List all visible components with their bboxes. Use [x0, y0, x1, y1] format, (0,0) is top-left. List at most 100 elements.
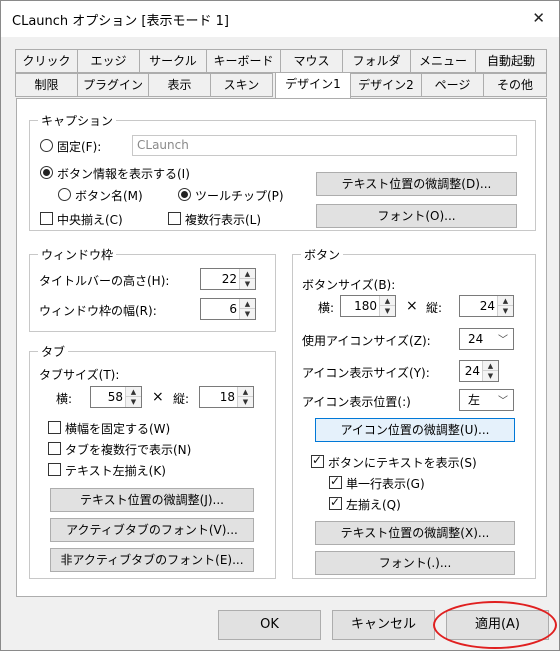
- button-width-spinner[interactable]: 180 ▲ ▼: [340, 295, 396, 317]
- tab-design2[interactable]: デザイン2: [350, 73, 422, 97]
- button-font-button[interactable]: フォント(.)...: [315, 551, 515, 575]
- spin-up-icon[interactable]: ▲: [498, 296, 513, 306]
- active-tab-font-button[interactable]: アクティブタブのフォント(V)...: [50, 518, 254, 542]
- button-height-label: 縦:: [426, 301, 443, 315]
- caption-group-title: キャプション: [38, 112, 117, 129]
- spin-up-icon[interactable]: ▲: [126, 387, 141, 397]
- ok-button[interactable]: OK: [218, 610, 321, 640]
- tab-click[interactable]: クリック: [15, 49, 78, 73]
- caption-font-button[interactable]: フォント(O)...: [316, 204, 517, 228]
- button-name-radio[interactable]: [58, 188, 71, 201]
- tab-keyboard[interactable]: キーボード: [206, 49, 281, 73]
- fixed-width-checkbox[interactable]: [48, 421, 61, 434]
- close-icon[interactable]: ✕: [532, 9, 545, 27]
- tab-height-spinner[interactable]: 18 ▲ ▼: [199, 386, 254, 408]
- fixed-label: 固定(F):: [57, 140, 102, 154]
- title-bar: CLaunch オプション [表示モード 1] ✕: [1, 1, 559, 37]
- multirow-label: タブを複数行で表示(N): [65, 443, 192, 457]
- tab-width-spinner[interactable]: 58 ▲ ▼: [90, 386, 142, 408]
- titlebar-height-label: タイトルバーの高さ(H):: [39, 274, 170, 288]
- design1-panel: キャプション 固定(F): CLaunch ボタン情報を表示する(I) ボタン名…: [16, 98, 547, 597]
- tab-mouse[interactable]: マウス: [280, 49, 343, 73]
- tab-circle[interactable]: サークル: [139, 49, 207, 73]
- center-label: 中央揃え(C): [57, 213, 123, 227]
- frame-width-label: ウィンドウ枠の幅(R):: [39, 304, 157, 318]
- multiline-checkbox[interactable]: [168, 212, 181, 225]
- text-left-checkbox[interactable]: [48, 463, 61, 476]
- window-frame-group: ウィンドウ枠 タイトルバーの高さ(H): 22 ▲ ▼ ウィンドウ枠の幅(R): …: [29, 246, 276, 332]
- left-align-checkbox[interactable]: [329, 495, 342, 510]
- spin-up-icon[interactable]: ▲: [238, 387, 253, 397]
- chevron-down-icon: ﹀: [498, 396, 508, 407]
- titlebar-height-value: 22: [221, 272, 237, 286]
- icon-display-size-spinner[interactable]: 24 ▲ ▼: [459, 360, 499, 382]
- caption-text-pos-button[interactable]: テキスト位置の微調整(D)...: [316, 172, 517, 196]
- spin-down-icon[interactable]: ▼: [240, 279, 255, 289]
- spin-up-icon[interactable]: ▲: [240, 299, 255, 309]
- single-line-checkbox[interactable]: [329, 474, 342, 489]
- apply-button[interactable]: 適用(A): [446, 610, 549, 640]
- tab-edge[interactable]: エッジ: [77, 49, 140, 73]
- button-width-value: 180: [354, 299, 377, 313]
- multirow-checkbox[interactable]: [48, 442, 61, 455]
- icon-pos-adjust-button[interactable]: アイコン位置の微調整(U)...: [315, 418, 515, 442]
- tab-width-label: 横:: [56, 392, 73, 406]
- tab-menu[interactable]: メニュー: [410, 49, 476, 73]
- tooltip-label: ツールチップ(P): [195, 189, 284, 203]
- spin-up-icon[interactable]: ▲: [483, 361, 498, 371]
- multiline-label: 複数行表示(L): [185, 213, 262, 227]
- tab-height-label: 縦:: [173, 392, 190, 406]
- spin-down-icon[interactable]: ▼: [380, 306, 395, 316]
- center-checkbox[interactable]: [40, 212, 53, 225]
- tab-limit[interactable]: 制限: [15, 73, 78, 97]
- options-window: CLaunch オプション [表示モード 1] ✕ クリック エッジ サークル …: [0, 0, 560, 651]
- times-sign: ×: [152, 389, 164, 405]
- titlebar-height-spinner[interactable]: 22 ▲ ▼: [200, 268, 256, 290]
- show-button-info-radio[interactable]: [40, 166, 53, 179]
- single-line-label: 単一行表示(G): [346, 477, 425, 491]
- show-text-checkbox[interactable]: [311, 453, 324, 468]
- spin-down-icon[interactable]: ▼: [238, 397, 253, 407]
- spin-down-icon[interactable]: ▼: [240, 309, 255, 319]
- tab-folder[interactable]: フォルダ: [342, 49, 411, 73]
- cancel-button[interactable]: キャンセル: [332, 610, 435, 640]
- spin-up-icon[interactable]: ▲: [240, 269, 255, 279]
- fixed-radio[interactable]: [40, 139, 53, 152]
- tab-design1[interactable]: デザイン1: [275, 72, 351, 98]
- tab-autostart[interactable]: 自動起動: [475, 49, 547, 73]
- tab-other[interactable]: その他: [483, 73, 547, 97]
- button-width-label: 横:: [318, 301, 335, 315]
- fixed-caption-input[interactable]: CLaunch: [132, 135, 517, 156]
- button-height-value: 24: [479, 299, 495, 313]
- button-text-pos-button[interactable]: テキスト位置の微調整(X)...: [315, 521, 515, 545]
- spin-down-icon[interactable]: ▼: [126, 397, 141, 407]
- icon-display-size-label: アイコン表示サイズ(Y):: [302, 366, 430, 380]
- show-text-label: ボタンにテキストを表示(S): [328, 456, 477, 470]
- icon-display-size-value: 24: [464, 364, 480, 378]
- tab-height-value: 18: [219, 390, 235, 404]
- use-icon-size-label: 使用アイコンサイズ(Z):: [302, 334, 431, 348]
- inactive-tab-font-button[interactable]: 非アクティブタブのフォント(E)...: [50, 548, 254, 572]
- icon-position-value: 左: [468, 393, 481, 407]
- tooltip-radio[interactable]: [178, 188, 191, 201]
- tab-size-label: タブサイズ(T):: [39, 368, 120, 382]
- button-settings-group-title: ボタン: [301, 246, 344, 263]
- tab-text-pos-button[interactable]: テキスト位置の微調整(J)...: [50, 488, 254, 512]
- icon-position-select[interactable]: 左 ﹀: [459, 389, 514, 411]
- spin-up-icon[interactable]: ▲: [380, 296, 395, 306]
- left-align-label: 左揃え(Q): [346, 498, 401, 512]
- tab-page[interactable]: ページ: [421, 73, 484, 97]
- tab-display[interactable]: 表示: [148, 73, 211, 97]
- tab-settings-group-title: タブ: [38, 343, 69, 360]
- tab-skin[interactable]: スキン: [210, 73, 273, 97]
- spin-down-icon[interactable]: ▼: [483, 371, 498, 381]
- spin-down-icon[interactable]: ▼: [498, 306, 513, 316]
- tab-plugin[interactable]: プラグイン: [77, 73, 149, 97]
- tab-width-value: 58: [107, 390, 123, 404]
- button-settings-group: ボタン ボタンサイズ(B): 横: 180 ▲ ▼ × 縦: 24 ▲ ▼ 使用アイ…: [292, 246, 536, 579]
- frame-width-spinner[interactable]: 6 ▲ ▼: [200, 298, 256, 320]
- frame-width-value: 6: [229, 302, 237, 316]
- button-height-spinner[interactable]: 24 ▲ ▼: [459, 295, 514, 317]
- use-icon-size-select[interactable]: 24 ﹀: [459, 328, 514, 350]
- window-frame-group-title: ウィンドウ枠: [38, 246, 117, 263]
